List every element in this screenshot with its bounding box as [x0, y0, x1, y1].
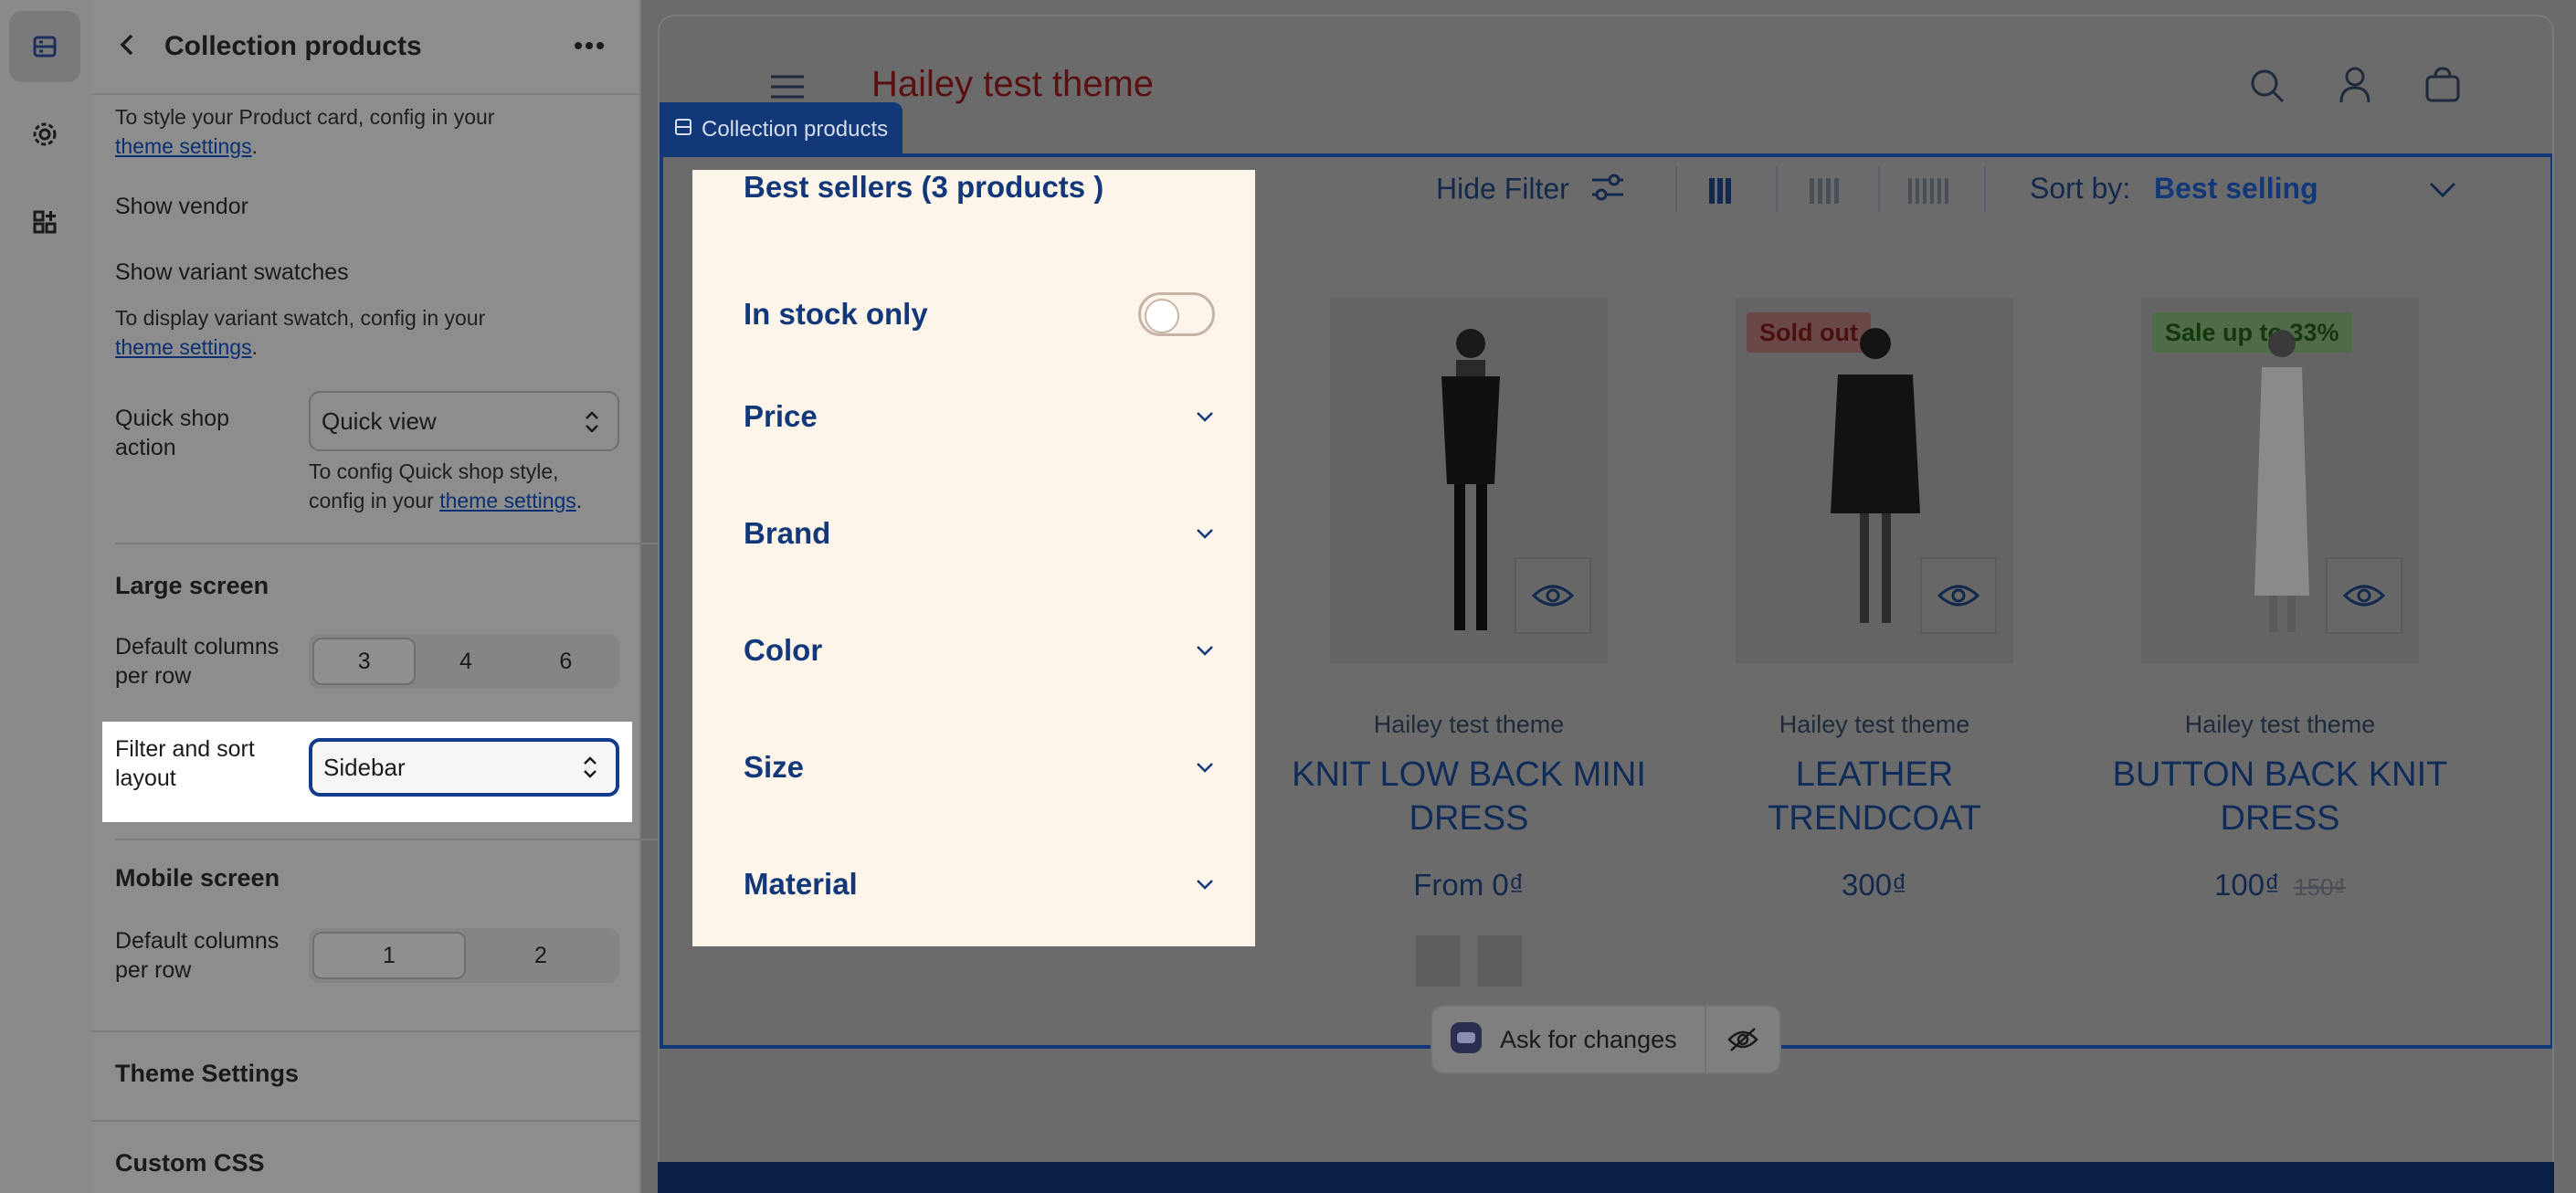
- filter-price[interactable]: Price: [744, 389, 1215, 444]
- eye-icon: [1937, 585, 1980, 607]
- divider: [91, 1120, 641, 1122]
- sections-icon[interactable]: [9, 11, 80, 82]
- product-vendor: Hailey test theme: [1779, 711, 1970, 738]
- quick-shop-select[interactable]: Quick view: [309, 391, 619, 451]
- eye-icon: [2343, 585, 2385, 607]
- product-price: From 0₫: [1413, 868, 1525, 902]
- filter-brand[interactable]: Brand: [744, 506, 1215, 561]
- large-columns-6[interactable]: 6: [516, 638, 616, 685]
- panel-header: Collection products: [91, 0, 639, 95]
- store-footer: [658, 1162, 2554, 1193]
- more-options-icon[interactable]: [574, 38, 605, 55]
- variant-swatch[interactable]: [1414, 934, 1462, 988]
- divider: [91, 1030, 641, 1032]
- product-image[interactable]: [1330, 298, 1608, 663]
- mobile-columns-1[interactable]: 1: [312, 932, 466, 979]
- mobile-columns-segmented: 1 2: [309, 928, 619, 983]
- product-photo: [2254, 330, 2309, 632]
- filter-sort-highlight: Filter and sort layout Sidebar: [102, 722, 632, 822]
- quick-view-button[interactable]: [1920, 557, 1997, 634]
- product-price: 300₫: [1842, 868, 1907, 902]
- gear-icon[interactable]: [9, 99, 80, 170]
- filter-sliders-icon: [1590, 172, 1625, 210]
- filter-size[interactable]: Size: [744, 740, 1215, 795]
- product-photo: [1441, 329, 1500, 630]
- compare-price: 150₫: [2294, 873, 2346, 901]
- product-vendor: Hailey test theme: [1373, 711, 1565, 738]
- product-price: 100₫ 150₫: [2214, 868, 2346, 902]
- divider: [1776, 166, 1778, 212]
- variant-swatch[interactable]: [1476, 934, 1524, 988]
- select-chevrons-icon: [581, 755, 599, 787]
- grid-6-icon[interactable]: [1907, 177, 1953, 209]
- large-columns-3[interactable]: 3: [312, 638, 417, 685]
- filter-sidebar: Best sellers (3 products ) In stock only…: [692, 170, 1255, 946]
- mobile-columns-2[interactable]: 2: [466, 932, 616, 979]
- chevron-down-icon: [1197, 412, 1213, 422]
- hide-eye-icon[interactable]: [1706, 1027, 1779, 1052]
- product-photo: [1831, 328, 1920, 623]
- search-icon[interactable]: [2249, 68, 2286, 109]
- divider: [1984, 166, 1986, 212]
- eye-icon: [1532, 585, 1574, 607]
- hide-filter-button[interactable]: Hide Filter: [1436, 172, 1625, 210]
- quick-view-button[interactable]: [2326, 557, 2402, 634]
- grid-3-icon[interactable]: [1708, 177, 1732, 209]
- product-name[interactable]: BUTTON BACK KNIT DRESS: [2088, 753, 2472, 840]
- chevron-down-icon[interactable]: [2428, 181, 2457, 204]
- chevron-down-icon: [1197, 529, 1213, 539]
- ask-for-changes-button[interactable]: Ask for changes: [1500, 1026, 1705, 1054]
- section-chip[interactable]: Collection products: [660, 102, 903, 157]
- section-icon: [674, 117, 692, 143]
- filter-material[interactable]: Material: [744, 857, 1215, 912]
- large-columns-4[interactable]: 4: [416, 638, 515, 685]
- quick-shop-help: To config Quick shop style, config in yo…: [309, 459, 583, 512]
- filter-sort-label: Filter and sort layout: [115, 736, 255, 791]
- show-vendor-label: Show vendor: [115, 194, 248, 219]
- cart-icon[interactable]: [2424, 66, 2461, 107]
- collection-title: Best sellers (3 products ): [744, 170, 1104, 204]
- product-image[interactable]: Sale up to 33%: [2141, 298, 2419, 663]
- grid-4-icon[interactable]: [1809, 177, 1842, 209]
- sort-by-label: Sort by:: [2030, 172, 2131, 205]
- menu-icon[interactable]: [769, 73, 806, 105]
- divider: [1878, 166, 1880, 212]
- product-image[interactable]: Sold out: [1736, 298, 2013, 663]
- back-icon[interactable]: [117, 33, 137, 61]
- account-icon[interactable]: [2338, 66, 2371, 109]
- filter-color[interactable]: Color: [744, 623, 1215, 678]
- quick-view-button[interactable]: [1515, 557, 1591, 634]
- assistant-icon: [1449, 1020, 1483, 1060]
- theme-settings-link[interactable]: theme settings: [115, 134, 252, 158]
- panel-title: Collection products: [164, 31, 422, 61]
- apps-icon[interactable]: [9, 186, 80, 258]
- ask-for-changes-bar: Ask for changes: [1431, 1005, 1781, 1074]
- icon-rail: [0, 0, 91, 1193]
- theme-settings-link[interactable]: theme settings: [115, 335, 252, 359]
- chevron-down-icon: [1197, 880, 1213, 890]
- chevron-down-icon: [1197, 646, 1213, 656]
- select-chevrons-icon: [583, 409, 601, 441]
- filter-sort-select[interactable]: Sidebar: [309, 738, 619, 797]
- large-columns-segmented: 3 4 6: [309, 634, 619, 689]
- show-variant-swatches-label: Show variant swatches: [115, 259, 349, 285]
- product-name[interactable]: KNIT LOW BACK MINI DRESS: [1277, 753, 1661, 840]
- in-stock-row: In stock only: [744, 287, 1215, 342]
- product-name[interactable]: LEATHER TRENDCOAT: [1683, 753, 2066, 840]
- chevron-down-icon: [1197, 763, 1213, 773]
- divider: [1675, 166, 1677, 212]
- in-stock-toggle[interactable]: [1138, 292, 1215, 336]
- store-title[interactable]: Hailey test theme: [871, 64, 1154, 105]
- sort-by-select[interactable]: Best selling: [2154, 172, 2318, 206]
- product-vendor: Hailey test theme: [2184, 711, 2376, 738]
- theme-settings-link[interactable]: theme settings: [439, 489, 576, 512]
